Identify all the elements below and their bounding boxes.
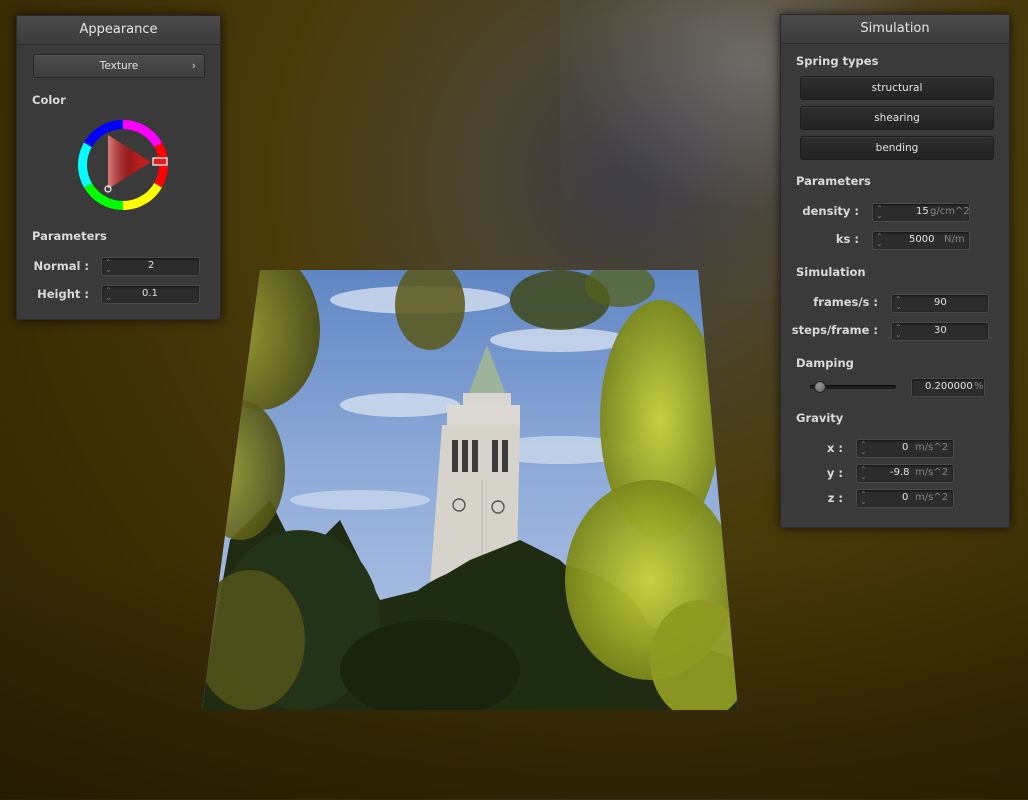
gravity-y-unit: m/s^2: [915, 467, 949, 478]
spinner-icon: ⌃ ⌄: [895, 295, 902, 311]
density-unit: g/cm^2: [930, 206, 970, 217]
texture-button[interactable]: Texture ›: [33, 54, 205, 78]
structural-button[interactable]: structural: [800, 76, 994, 100]
gravity-y-value: -9.8: [890, 467, 910, 478]
spinner-icon: ⌃ ⌄: [860, 440, 867, 456]
appearance-title: Appearance: [17, 16, 220, 45]
damping-input[interactable]: 0.200000 %: [911, 378, 985, 397]
gravity-y-label: y :: [826, 466, 843, 480]
spinner-icon: ⌃ ⌄: [876, 204, 883, 220]
color-wheel[interactable]: [75, 117, 171, 213]
bending-button[interactable]: bending: [800, 136, 994, 160]
damping-label: Damping: [796, 356, 854, 370]
damping-unit: %: [974, 381, 984, 392]
color-label: Color: [32, 93, 66, 107]
gravity-x-unit: m/s^2: [915, 442, 949, 453]
spring-types-label: Spring types: [796, 54, 879, 68]
spinner-icon: ⌃ ⌄: [105, 286, 112, 302]
normal-input[interactable]: ⌃ ⌄ 2: [101, 257, 200, 276]
gravity-z-label: z :: [827, 491, 843, 505]
height-input[interactable]: ⌃ ⌄ 0.1: [101, 285, 200, 304]
gravity-z-input[interactable]: ⌃ ⌄ 0 m/s^2: [856, 489, 954, 508]
density-value: 15: [916, 206, 929, 217]
texture-button-label: Texture: [99, 60, 139, 72]
simulation-parameters-label: Parameters: [796, 174, 871, 188]
spinner-icon: ⌃ ⌄: [860, 490, 867, 506]
gravity-x-input[interactable]: ⌃ ⌄ 0 m/s^2: [856, 439, 954, 458]
spinner-icon: ⌃ ⌄: [895, 323, 902, 339]
fps-input[interactable]: ⌃ ⌄ 90: [891, 294, 989, 313]
steps-input[interactable]: ⌃ ⌄ 30: [891, 322, 989, 341]
fps-value: 90: [934, 297, 947, 308]
appearance-panel: Appearance Texture › Color Parameters No…: [16, 15, 221, 320]
spinner-icon: ⌃ ⌄: [876, 232, 883, 248]
damping-slider-knob[interactable]: [814, 381, 827, 393]
steps-value: 30: [934, 325, 947, 336]
gravity-z-value: 0: [902, 492, 909, 503]
gravity-label: Gravity: [796, 411, 844, 425]
ks-value: 5000: [909, 234, 935, 245]
ks-label: ks :: [835, 232, 859, 246]
normal-label: Normal :: [33, 259, 89, 273]
fps-label: frames/s :: [813, 295, 878, 309]
gravity-x-value: 0: [902, 442, 909, 453]
damping-value: 0.200000: [925, 381, 973, 392]
normal-value: 2: [148, 260, 155, 271]
steps-label: steps/frame :: [791, 323, 878, 337]
appearance-parameters-label: Parameters: [32, 229, 107, 243]
simulation-panel: Simulation Spring types structural shear…: [780, 14, 1010, 528]
gravity-z-unit: m/s^2: [915, 492, 949, 503]
simulation-title: Simulation: [781, 15, 1009, 44]
spinner-icon: ⌃ ⌄: [860, 465, 867, 481]
hue-selector: [152, 157, 168, 166]
ks-input[interactable]: ⌃ ⌄ 5000 N/m: [872, 231, 970, 250]
height-value: 0.1: [142, 288, 158, 299]
ks-unit: N/m: [944, 234, 965, 245]
chevron-right-icon: ›: [191, 59, 196, 72]
spinner-icon: ⌃ ⌄: [105, 258, 112, 274]
gravity-x-label: x :: [826, 441, 843, 455]
gravity-y-input[interactable]: ⌃ ⌄ -9.8 m/s^2: [856, 464, 954, 483]
simulation-section-label: Simulation: [796, 265, 866, 279]
height-label: Height :: [37, 287, 89, 301]
shearing-button[interactable]: shearing: [800, 106, 994, 130]
density-input[interactable]: ⌃ ⌄ 15 g/cm^2: [872, 203, 970, 222]
density-label: density :: [802, 204, 859, 218]
